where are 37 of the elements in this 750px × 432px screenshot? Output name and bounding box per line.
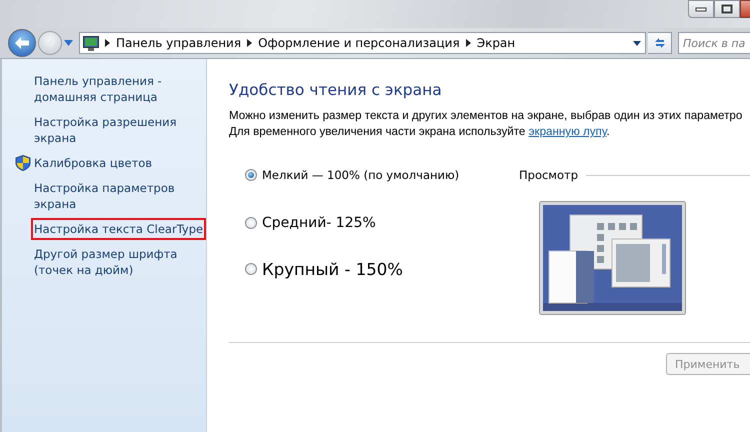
radio-label[interactable]: Средний- 125% (262, 215, 376, 231)
page-heading: Удобство чтения с экрана (229, 81, 443, 99)
maximize-icon (721, 4, 733, 14)
search-field[interactable]: Поиск в па (678, 32, 750, 54)
maximize-button[interactable] (714, 0, 740, 18)
sidebar-link[interactable]: Панель управления - домашняя страница (34, 73, 196, 105)
breadcrumb-item[interactable]: Экран (476, 36, 516, 50)
chevron-icon[interactable] (105, 39, 110, 47)
radio-button[interactable] (245, 217, 257, 229)
magnifier-link[interactable]: экранную лупу (528, 125, 606, 138)
hint-text: Для временного увеличения части экрана используйте экранную лупу. (229, 124, 611, 140)
address-bar[interactable]: Панель управления Оформление и персонализация Экран (79, 32, 646, 54)
breadcrumb-item[interactable]: Панель управления (116, 36, 242, 50)
sidebar-link[interactable]: Настройка текста ClearType (34, 221, 204, 237)
dropdown-arrow-icon[interactable] (633, 40, 641, 46)
chevron-icon[interactable] (247, 39, 252, 47)
radio-button[interactable] (245, 263, 257, 275)
back-arrow-icon (14, 36, 30, 50)
chevron-icon[interactable] (466, 39, 471, 47)
back-button[interactable] (8, 29, 36, 57)
description-text: Можно изменить размер текста и других элементов на экране, выбрав один из этих параметро (229, 108, 744, 124)
close-button[interactable] (740, 0, 750, 18)
sidebar-link[interactable]: Настройка разрешения экрана (34, 114, 196, 146)
sidebar-link[interactable]: Калибровка цветов (34, 155, 152, 171)
minimize-button[interactable] (688, 0, 714, 18)
recent-pages-dropdown-icon[interactable] (64, 40, 73, 46)
refresh-button[interactable] (648, 32, 672, 54)
radio-label[interactable]: Крупный - 150% (262, 260, 403, 278)
monitor-icon (83, 36, 99, 50)
sidebar-link[interactable]: Настройка параметров экрана (34, 180, 196, 212)
radio-button[interactable] (245, 169, 257, 181)
minimize-icon (695, 6, 707, 12)
preview-label: Просмотр (519, 168, 578, 182)
refresh-icon (652, 36, 666, 50)
sidebar-link[interactable]: Другой размер шрифта (точек на дюйм) (34, 246, 196, 278)
breadcrumb-item[interactable]: Оформление и персонализация (258, 36, 460, 50)
radio-label[interactable]: Мелкий — 100% (по умолчанию) (262, 168, 460, 182)
